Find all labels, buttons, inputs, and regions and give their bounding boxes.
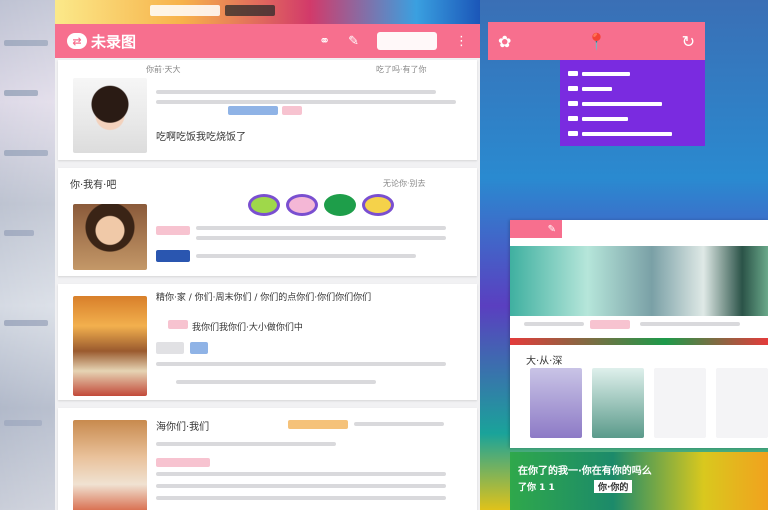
app-logo[interactable]: ⇄ 未录图 — [67, 31, 136, 52]
card-tag[interactable] — [288, 420, 348, 429]
top-decoration — [55, 0, 480, 24]
secondary-list-card[interactable] — [716, 368, 768, 438]
menu-item-icon — [568, 71, 578, 76]
menu-item[interactable] — [568, 96, 697, 111]
card-meta-right: 吃了吗·有了你 — [376, 65, 427, 74]
menu-item[interactable] — [568, 126, 697, 141]
card-title: 你·我有·吧 — [70, 180, 117, 191]
menu-item-label — [582, 131, 672, 136]
menu-item-label — [582, 71, 630, 76]
right-toolbar: ✿ 📍 ↻ — [488, 22, 705, 60]
text-line — [196, 226, 446, 230]
text-line — [156, 496, 446, 500]
secondary-banner-image[interactable] — [510, 246, 768, 316]
app-header: ⇄ 未录图 ⚭ ✎ ⋮ — [55, 24, 480, 58]
feed-panel: 你前·天大 吃了吗·有了你 吃啊吃饭我吃烧饭了 你·我有·吧 无论你·别去 精你… — [55, 58, 480, 510]
text-line — [156, 362, 446, 366]
banner-chip[interactable]: 你·你的 — [594, 480, 633, 493]
reaction-icon[interactable] — [324, 194, 356, 216]
feed-card[interactable]: 精你·家 / 你们·周末你们 / 你们的点你们·你们你们你们 我你们我你们·大小… — [58, 284, 477, 400]
logo-icon: ⇄ — [67, 33, 87, 49]
secondary-thumbnail[interactable] — [592, 368, 644, 438]
swap-icon[interactable]: ⚭ — [319, 34, 330, 49]
menu-item[interactable] — [568, 111, 697, 126]
card-tag[interactable] — [228, 106, 278, 115]
menu-item-label — [582, 101, 662, 106]
card-tag[interactable] — [156, 342, 184, 354]
top-decoration-chip — [225, 5, 275, 16]
color-strip — [510, 338, 768, 345]
blur-bar — [4, 90, 38, 96]
card-thumbnail[interactable] — [73, 420, 147, 510]
dropdown-menu — [560, 60, 705, 146]
bottom-banner[interactable]: 在你了的我一·你在有你的吗么 了你 1 1 你·你的 — [510, 452, 768, 510]
card-tag[interactable] — [156, 226, 190, 235]
banner-line: 了你 1 1 — [518, 483, 555, 493]
menu-item-icon — [568, 86, 578, 91]
menu-item[interactable] — [568, 81, 697, 96]
card-title: 海你们·我们 — [156, 422, 210, 433]
top-decoration-chip — [150, 5, 220, 16]
tab-icon: ✎ — [547, 223, 556, 235]
menu-item-label — [582, 86, 612, 91]
text-line — [196, 254, 416, 258]
feed-card[interactable]: 海你们·我们 — [58, 408, 477, 510]
text-line — [156, 90, 436, 94]
text-line — [156, 442, 336, 446]
card-tag[interactable] — [190, 342, 208, 354]
secondary-heading: 大·从·深 — [526, 356, 563, 367]
banner-line: 在你了的我一·你在有你的吗么 — [518, 466, 652, 477]
secondary-list-card[interactable] — [654, 368, 706, 438]
card-tag[interactable] — [156, 250, 190, 262]
text-line — [156, 100, 456, 104]
text-line — [354, 422, 444, 426]
card-meta: 你前·天大 — [146, 65, 181, 74]
blur-bar — [4, 320, 48, 326]
header-actions: ⚭ ✎ ⋮ — [319, 32, 468, 50]
card-thumbnail[interactable] — [73, 204, 147, 270]
card-tag[interactable] — [168, 320, 188, 329]
menu-item[interactable] — [568, 66, 697, 81]
card-thumbnail[interactable] — [73, 296, 147, 396]
card-tag[interactable] — [282, 106, 302, 115]
app-title: 未录图 — [91, 32, 137, 51]
logo-icon[interactable]: ✿ — [498, 32, 564, 51]
blur-bar — [4, 230, 34, 236]
text-line — [196, 236, 446, 240]
card-title: 精你·家 / 你们·周末你们 / 你们的点你们·你们你们你们 — [156, 293, 372, 303]
feed-card[interactable]: 你·我有·吧 无论你·别去 — [58, 168, 477, 276]
reaction-icon[interactable] — [286, 194, 318, 216]
menu-item-icon — [568, 131, 578, 136]
menu-item-icon — [568, 116, 578, 121]
text-line — [524, 322, 584, 326]
text-line — [156, 484, 446, 488]
card-subtitle: 我你们我你们·大小做你们中 — [192, 323, 303, 333]
more-icon[interactable]: ⋮ — [455, 34, 468, 49]
text-line — [640, 322, 740, 326]
banner-tag[interactable] — [590, 320, 630, 329]
header-search-box[interactable] — [377, 32, 437, 50]
text-line — [176, 380, 376, 384]
edit-icon[interactable]: ✎ — [348, 34, 359, 49]
card-thumbnail[interactable] — [73, 78, 147, 153]
blur-bar — [4, 150, 48, 156]
secondary-tab[interactable]: ✎ — [510, 220, 562, 238]
menu-item-label — [582, 116, 628, 121]
reaction-icon[interactable] — [248, 194, 280, 216]
secondary-thumbnail[interactable] — [530, 368, 582, 438]
feed-card[interactable]: 你前·天大 吃了吗·有了你 吃啊吃饭我吃烧饭了 — [58, 60, 477, 160]
pin-icon[interactable]: 📍 — [564, 32, 630, 51]
card-caption: 吃啊吃饭我吃烧饭了 — [156, 132, 246, 143]
text-line — [156, 472, 446, 476]
blur-bar — [4, 40, 48, 46]
secondary-window: ✎ 大·从·深 — [510, 220, 768, 448]
card-tag[interactable] — [156, 458, 210, 467]
card-meta-right: 无论你·别去 — [383, 179, 426, 188]
menu-item-icon — [568, 101, 578, 106]
refresh-icon[interactable]: ↻ — [629, 32, 695, 51]
blur-bar — [4, 420, 42, 426]
reaction-row — [248, 194, 394, 216]
background-blur-strip — [0, 0, 55, 510]
reaction-icon[interactable] — [362, 194, 394, 216]
